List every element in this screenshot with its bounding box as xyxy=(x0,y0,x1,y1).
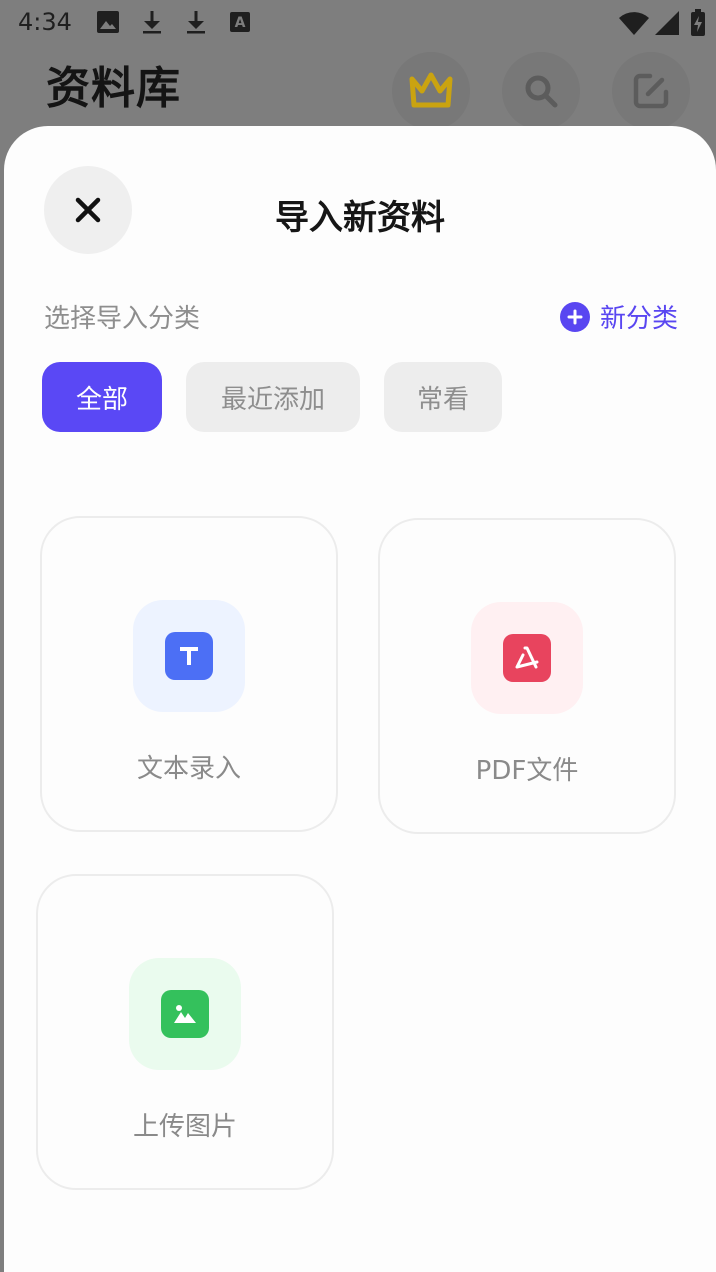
plus-circle-icon xyxy=(559,301,590,332)
sheet-title: 导入新资料 xyxy=(275,198,445,238)
download-icon xyxy=(143,11,161,34)
text-t-icon xyxy=(165,632,213,680)
image-icon xyxy=(97,11,119,33)
status-time: 4:34 xyxy=(18,8,72,36)
crown-icon xyxy=(409,72,453,108)
category-section-label: 选择导入分类 xyxy=(44,304,201,334)
image-icon xyxy=(161,990,209,1038)
battery-icon xyxy=(691,9,705,36)
svg-text:A: A xyxy=(235,15,246,31)
download-icon xyxy=(187,11,205,34)
category-chips: 全部 最近添加 常看 xyxy=(42,362,526,432)
import-option-text[interactable]: 文本录入 xyxy=(40,516,338,832)
search-button[interactable] xyxy=(502,52,580,130)
search-icon xyxy=(525,75,558,108)
status-bar: 4:34 A xyxy=(0,0,716,46)
import-sheet: 导入新资料 选择导入分类 新分类 全部 最近添加 常看 文本录入 PDF文件 上… xyxy=(4,126,716,1272)
new-category-button[interactable]: 新分类 xyxy=(559,298,678,335)
app-header: 资料库 xyxy=(0,46,716,136)
pdf-icon xyxy=(503,634,551,682)
pdf-tile xyxy=(471,602,583,714)
import-option-label: PDF文件 xyxy=(475,756,579,786)
category-chip-recent[interactable]: 最近添加 xyxy=(186,362,360,432)
import-option-image[interactable]: 上传图片 xyxy=(36,874,334,1190)
page-title: 资料库 xyxy=(46,63,181,114)
edit-button[interactable] xyxy=(612,52,690,130)
import-option-pdf[interactable]: PDF文件 xyxy=(378,518,676,834)
signal-icon xyxy=(655,11,679,35)
import-option-label: 上传图片 xyxy=(132,1112,237,1142)
category-chip-frequent[interactable]: 常看 xyxy=(384,362,502,432)
image-tile xyxy=(129,958,241,1070)
text-tile xyxy=(133,600,245,712)
new-category-label: 新分类 xyxy=(599,304,678,334)
wifi-icon xyxy=(619,12,649,36)
a-box-icon: A xyxy=(230,12,250,32)
category-chip-all[interactable]: 全部 xyxy=(42,362,162,432)
edit-icon xyxy=(633,73,669,109)
premium-button[interactable] xyxy=(392,52,470,130)
import-option-label: 文本录入 xyxy=(136,754,241,784)
